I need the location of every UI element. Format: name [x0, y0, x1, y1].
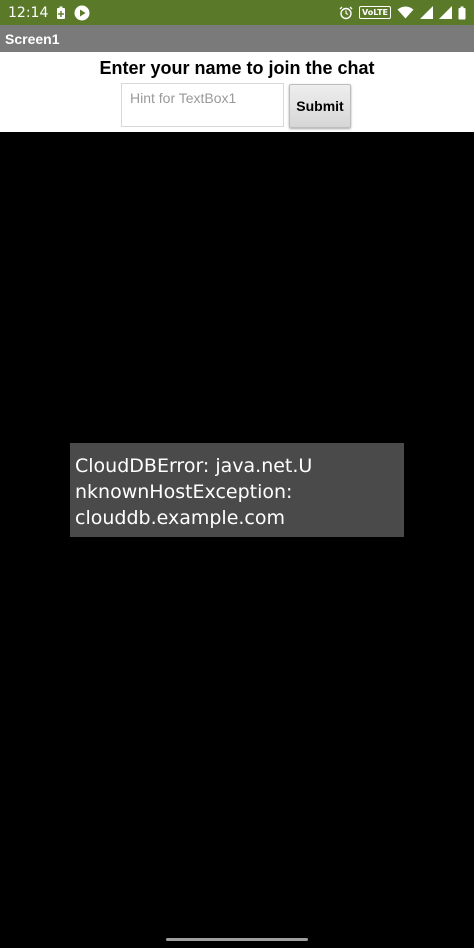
- wifi-icon: [397, 6, 414, 19]
- submit-button[interactable]: Submit: [289, 84, 351, 128]
- status-right: VoLTE: [339, 6, 466, 20]
- signal-icon: [420, 6, 433, 19]
- join-chat-form: Enter your name to join the chat Submit: [0, 52, 474, 132]
- battery-icon: [458, 6, 466, 20]
- volte-icon: VoLTE: [359, 6, 391, 19]
- home-gesture-bar[interactable]: [166, 938, 308, 941]
- status-time: 12:14: [8, 4, 49, 21]
- status-bar: 12:14 VoLTE: [0, 0, 474, 25]
- play-icon: [74, 5, 90, 21]
- title-bar: Screen1: [0, 25, 474, 52]
- status-left: 12:14: [8, 5, 90, 21]
- name-input[interactable]: [121, 83, 284, 127]
- error-toast: CloudDBError: java.net.U nknownHostExcep…: [70, 443, 404, 537]
- alarm-icon: [339, 6, 353, 20]
- error-toast-line: nknownHostException:: [75, 481, 293, 503]
- signal-icon: [439, 6, 452, 19]
- error-toast-line: CloudDBError: java.net.U: [75, 455, 313, 477]
- form-heading: Enter your name to join the chat: [99, 58, 375, 78]
- error-toast-line: clouddb.example.com: [75, 507, 286, 529]
- battery-saver-icon: [56, 6, 66, 20]
- screen-title: Screen1: [5, 30, 60, 47]
